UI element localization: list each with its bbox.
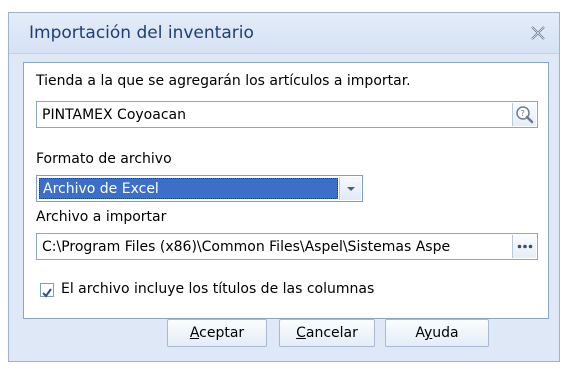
help-button[interactable]: Ayuda	[385, 319, 489, 347]
cancel-label-rest: ancelar	[305, 325, 358, 341]
store-label: Tienda a la que se agregarán los artícul…	[36, 73, 411, 89]
format-select[interactable]: Archivo de Excel	[36, 175, 363, 202]
format-dropdown-button[interactable]	[339, 177, 361, 200]
help-label-rest: uda	[432, 325, 459, 341]
include-titles-label: El archivo incluye los títulos de las co…	[61, 281, 375, 297]
help-label-pre: A	[415, 325, 424, 341]
import-dialog: Importación del inventario Tienda a la q…	[8, 12, 560, 362]
format-label: Formato de archivo	[36, 151, 172, 167]
store-search-button[interactable]: ?	[512, 103, 536, 126]
check-icon	[42, 288, 52, 298]
format-selected-value: Archivo de Excel	[39, 178, 338, 199]
cancel-button[interactable]: Cancelar	[279, 319, 375, 347]
chevron-down-icon	[347, 187, 355, 191]
store-value: PINTAMEX Coyoacan	[42, 107, 186, 123]
store-field[interactable]: PINTAMEX Coyoacan ?	[36, 101, 538, 128]
accept-label-rest: ceptar	[199, 325, 245, 341]
file-path-field[interactable]: C:\Program Files (x86)\Common Files\Aspe…	[36, 233, 538, 260]
close-icon[interactable]	[529, 24, 547, 42]
content-panel: Tienda a la que se agregarán los artícul…	[23, 62, 549, 319]
dialog-title: Importación del inventario	[29, 23, 254, 43]
file-label: Archivo a importar	[36, 209, 167, 225]
title-bar: Importación del inventario	[9, 13, 559, 54]
svg-text:?: ?	[521, 109, 525, 118]
file-path-value: C:\Program Files (x86)\Common Files\Aspe…	[42, 239, 451, 255]
ellipsis-icon	[517, 244, 533, 249]
include-titles-checkbox[interactable]	[40, 283, 54, 298]
cancel-mnemonic: C	[296, 325, 306, 341]
accept-button[interactable]: Aceptar	[167, 319, 267, 347]
accept-mnemonic: A	[189, 325, 200, 341]
browse-file-button[interactable]	[512, 235, 536, 258]
search-icon: ?	[516, 106, 534, 124]
